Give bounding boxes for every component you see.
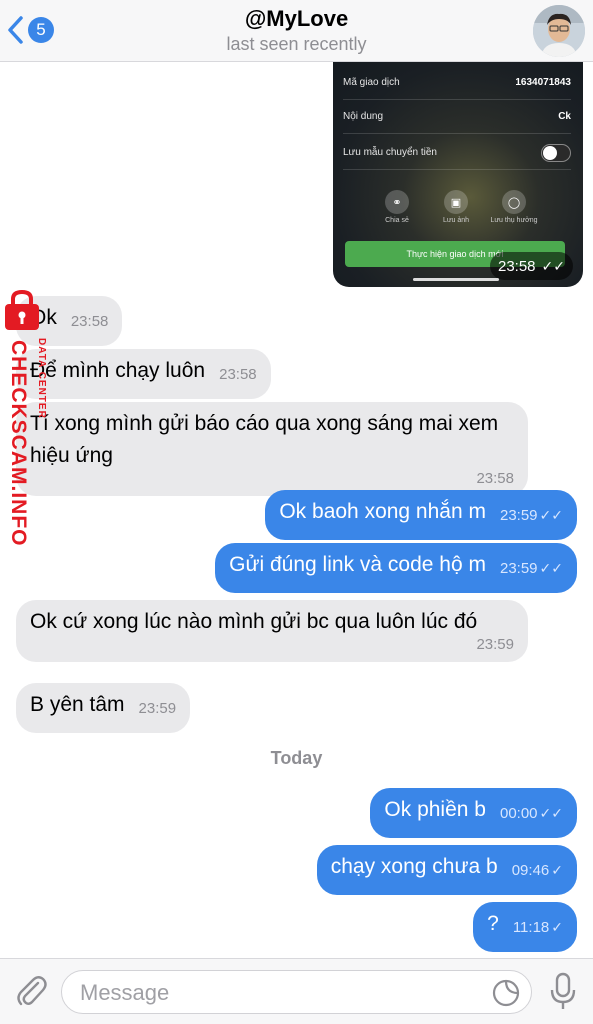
receipt-row: Lưu mẫu chuyển tiền bbox=[343, 136, 571, 170]
receipt-actions: ⚭ Chia sẻ ▣ Lưu ảnh ◯ Lưu thụ hưởng bbox=[333, 190, 583, 230]
person-icon: ◯ bbox=[502, 190, 526, 214]
home-indicator bbox=[413, 278, 499, 281]
toggle-switch bbox=[541, 143, 571, 162]
receipt-row: Mã giao dịch 1634071843 bbox=[343, 66, 571, 100]
check-icon: ✓ bbox=[551, 919, 563, 935]
avatar[interactable] bbox=[533, 5, 585, 57]
outgoing-message[interactable]: Gửi đúng link và code hộ m 23:59 ✓✓ bbox=[215, 543, 577, 593]
message-time: 23:59 bbox=[476, 636, 514, 653]
message-time: 23:58 bbox=[219, 366, 257, 383]
avatar-photo bbox=[533, 5, 585, 57]
receipt-action-label: Chia sẻ bbox=[385, 217, 409, 224]
outgoing-message[interactable]: Ok baoh xong nhắn m 23:59 ✓✓ bbox=[265, 490, 577, 540]
message-time-value: 11:18 bbox=[512, 919, 550, 936]
message-time-value: 23:59 bbox=[499, 560, 538, 577]
check-icon: ✓ bbox=[551, 862, 563, 878]
message-time-value: 23:59 bbox=[499, 507, 538, 524]
share-icon: ⚭ bbox=[385, 190, 409, 214]
message-list[interactable]: Mã giao dịch 1634071843 Nội dung Ck Lưu … bbox=[0, 62, 593, 958]
sticker-icon[interactable] bbox=[491, 978, 521, 1008]
outgoing-message[interactable]: chạy xong chưa b 09:46 ✓ bbox=[316, 845, 577, 895]
message-time-value: 00:00 bbox=[499, 805, 538, 822]
receipt-row-value: Ck bbox=[558, 111, 571, 122]
incoming-message[interactable]: Tí xong mình gửi báo cáo qua xong sáng m… bbox=[16, 402, 528, 496]
double-check-icon: ✓✓ bbox=[541, 257, 565, 274]
message-time: 23:58 bbox=[476, 470, 514, 487]
message-time-value: 09:46 bbox=[511, 862, 550, 879]
receipt-row-label: Lưu mẫu chuyển tiền bbox=[343, 147, 437, 158]
receipt-action: ◯ Lưu thụ hưởng bbox=[484, 190, 544, 224]
chat-header: 5 @MyLove last seen recently bbox=[0, 0, 593, 62]
receipt-row-value: 1634071843 bbox=[515, 77, 571, 88]
receipt-row: Nội dung Ck bbox=[343, 100, 571, 134]
date-separator: Today bbox=[270, 748, 323, 768]
photo-message[interactable]: Mã giao dịch 1634071843 Nội dung Ck Lưu … bbox=[333, 62, 583, 287]
receipt-action: ⚭ Chia sẻ bbox=[367, 190, 427, 224]
microphone-icon[interactable] bbox=[548, 971, 578, 1011]
chat-title[interactable]: @MyLove bbox=[0, 6, 593, 32]
message-text: Ok phiền b bbox=[384, 798, 486, 821]
camera-icon: ▣ bbox=[444, 190, 468, 214]
message-text: chạy xong chưa b bbox=[330, 855, 498, 878]
message-time: 23:58 bbox=[70, 313, 109, 330]
receipt-row-label: Nội dung bbox=[343, 111, 384, 122]
message-input-bar bbox=[0, 958, 593, 1024]
message-time: 11:18 ✓ bbox=[513, 911, 563, 944]
message-text: Ok cứ xong lúc nào mình gửi bc qua luôn … bbox=[30, 610, 478, 633]
paperclip-icon[interactable] bbox=[14, 973, 48, 1009]
watermark-text: CHECKSCAM.INFO bbox=[7, 340, 30, 547]
double-check-icon: ✓✓ bbox=[539, 805, 563, 821]
receipt-action-label: Lưu thụ hưởng bbox=[490, 217, 538, 224]
message-time: 23:59 ✓✓ bbox=[500, 499, 563, 532]
incoming-message[interactable]: Ok cứ xong lúc nào mình gửi bc qua luôn … bbox=[16, 600, 528, 662]
message-field[interactable] bbox=[61, 970, 532, 1014]
message-time: 00:00 ✓✓ bbox=[500, 797, 563, 830]
message-time: 09:46 ✓ bbox=[512, 854, 563, 887]
message-text: Gửi đúng link và code hộ m bbox=[229, 553, 486, 576]
message-input[interactable] bbox=[80, 979, 480, 1007]
double-check-icon: ✓✓ bbox=[539, 560, 563, 576]
photo-timestamp: 23:58 ✓✓ bbox=[489, 252, 573, 280]
message-text: B yên tâm bbox=[30, 693, 125, 716]
receipt-row-label: Mã giao dịch bbox=[343, 77, 400, 88]
receipt-action: ▣ Lưu ảnh bbox=[426, 190, 486, 224]
double-check-icon: ✓✓ bbox=[539, 507, 563, 523]
last-seen-status: last seen recently bbox=[226, 34, 367, 54]
watermark: CHECKSCAM.INFO DATA CENTER bbox=[0, 288, 62, 578]
photo-time: 23:58 bbox=[497, 257, 536, 275]
message-text: Tí xong mình gửi báo cáo qua xong sáng m… bbox=[30, 412, 499, 467]
message-time: 23:59 ✓✓ bbox=[500, 552, 563, 585]
message-text: ? bbox=[487, 912, 499, 935]
receipt-action-label: Lưu ảnh bbox=[442, 217, 470, 224]
incoming-message[interactable]: B yên tâm 23:59 bbox=[16, 683, 191, 733]
lock-icon bbox=[5, 290, 39, 330]
outgoing-message[interactable]: Ok phiền b 00:00 ✓✓ bbox=[370, 788, 577, 838]
message-text: Ok baoh xong nhắn m bbox=[279, 500, 486, 523]
watermark-subtext: DATA CENTER bbox=[36, 338, 47, 419]
outgoing-message[interactable]: ? 11:18 ✓ bbox=[473, 902, 577, 952]
message-time: 23:59 bbox=[138, 700, 177, 717]
